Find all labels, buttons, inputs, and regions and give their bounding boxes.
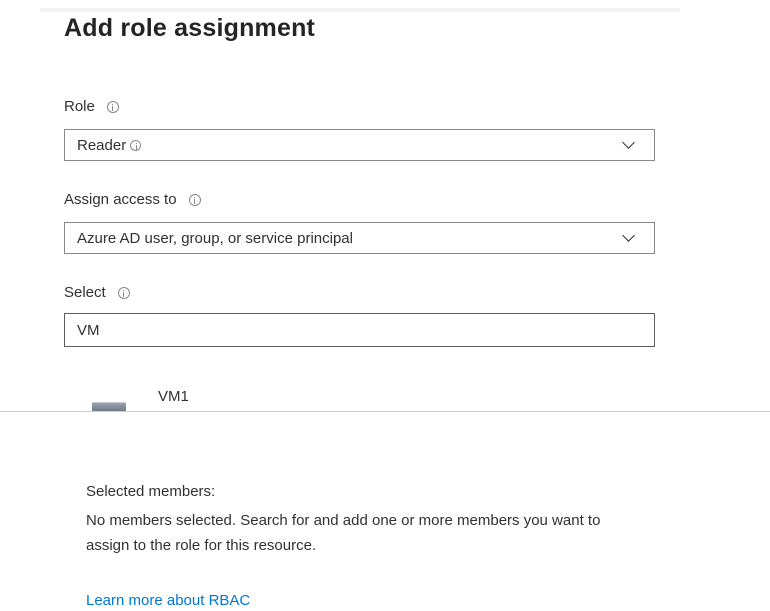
learn-more-rbac-link[interactable]: Learn more about RBAC — [86, 592, 250, 609]
select-search-input[interactable]: VM — [64, 313, 655, 347]
panel-top-edge — [40, 8, 680, 12]
search-result-item[interactable]: VM1 — [86, 380, 386, 411]
role-label: Role — [64, 98, 95, 115]
select-search-value: VM — [77, 321, 100, 339]
role-value-info-icon[interactable] — [130, 139, 142, 151]
select-field-label: Select — [64, 284, 130, 301]
role-dropdown-value: Reader — [77, 136, 127, 154]
selected-members-message: No members selected. Search for and add … — [86, 512, 601, 554]
assign-access-dropdown-value: Azure AD user, group, or service princip… — [77, 229, 353, 247]
assign-access-dropdown[interactable]: Azure AD user, group, or service princip… — [64, 222, 655, 254]
select-info-icon[interactable] — [117, 286, 130, 299]
page-title: Add role assignment — [64, 14, 316, 42]
assign-access-field-label: Assign access to — [64, 191, 201, 208]
select-label: Select — [64, 284, 106, 301]
results-divider — [0, 411, 770, 412]
chevron-down-icon — [620, 137, 636, 151]
assign-access-label: Assign access to — [64, 191, 177, 208]
search-result-label: VM1 — [158, 388, 189, 405]
chevron-down-icon — [620, 230, 636, 244]
role-dropdown[interactable]: Reader — [64, 129, 655, 161]
selected-members-heading: Selected members: — [86, 483, 216, 500]
assign-access-info-icon[interactable] — [188, 193, 201, 206]
role-info-icon[interactable] — [106, 100, 119, 113]
role-field-label: Role — [64, 98, 119, 115]
virtual-machine-icon — [92, 402, 126, 411]
